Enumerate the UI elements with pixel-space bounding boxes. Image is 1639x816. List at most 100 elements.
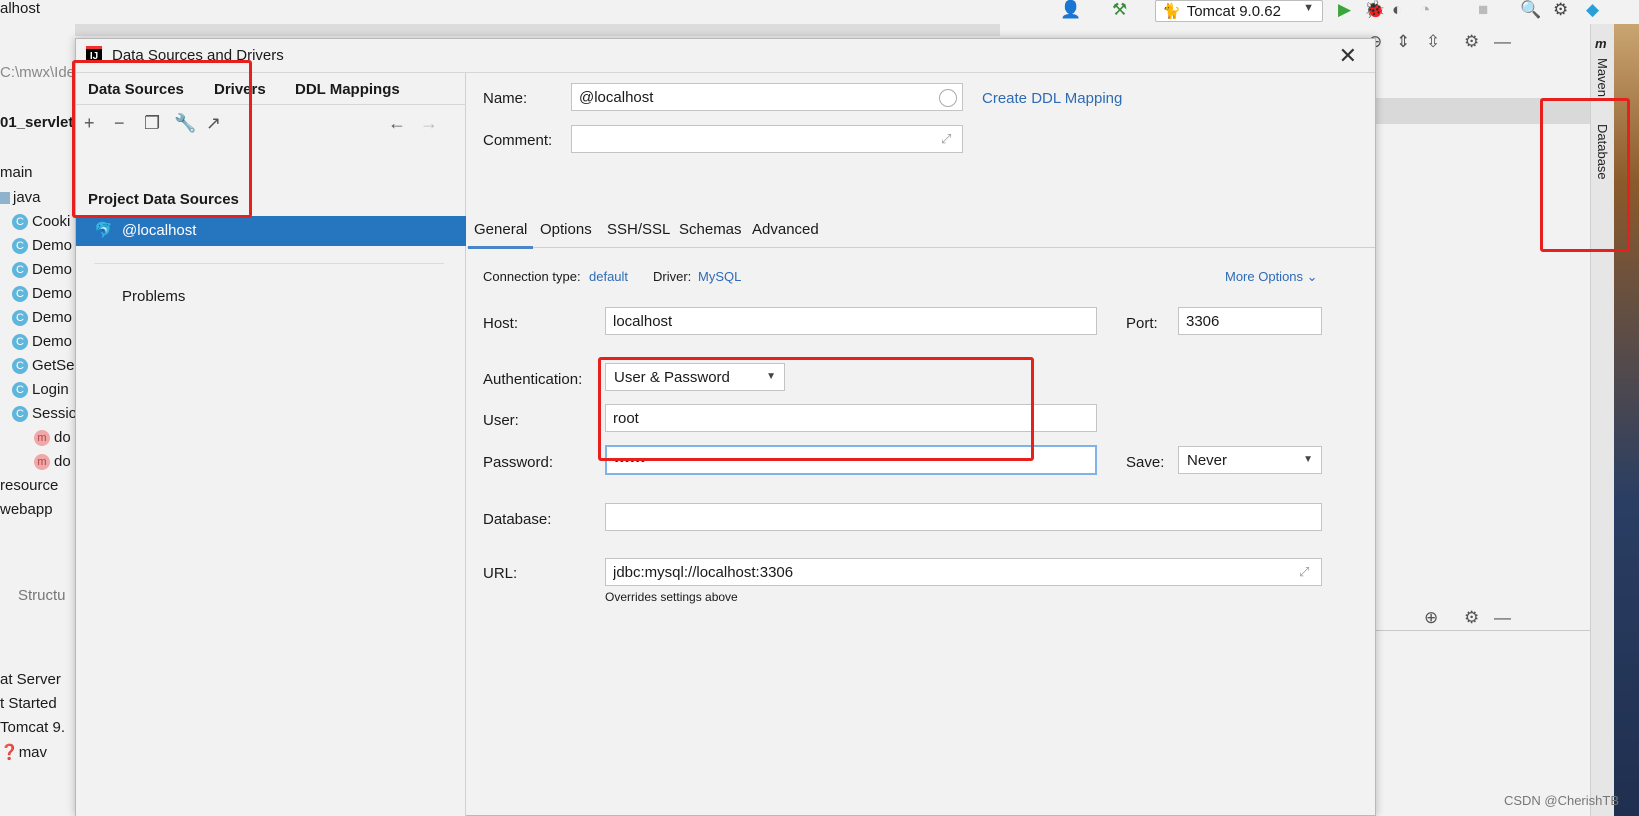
tree-item[interactable]: C Sessio (12, 405, 75, 423)
datasource-item[interactable]: 🐬 @localhost (76, 216, 466, 246)
tab-general[interactable]: General (467, 221, 534, 249)
tree-item[interactable]: C Demo (12, 333, 72, 351)
class-icon: C (12, 238, 28, 255)
run-icon[interactable]: ▶ (1338, 0, 1351, 20)
driver-link[interactable]: MySQL (698, 269, 741, 284)
class-icon: C (12, 382, 28, 399)
gear-icon[interactable]: ⚙ (1464, 32, 1479, 52)
tree-item[interactable]: C Demo (12, 237, 72, 255)
hammer-icon[interactable]: ⚒ (1112, 0, 1127, 20)
tomcat-icon: 🐈 (1162, 3, 1181, 20)
gear-icon[interactable]: ⚙ (1553, 0, 1568, 20)
tree-item[interactable]: C Demo (12, 309, 72, 327)
maven-tab[interactable]: Maven (1595, 58, 1610, 97)
host-field[interactable] (605, 307, 1097, 335)
tree-item[interactable]: C Demo (12, 285, 72, 303)
coverage-icon[interactable]: ◐ (1392, 0, 1402, 20)
tab-ssh-ssl[interactable]: SSH/SSL (607, 221, 670, 238)
window-title: alhost (0, 0, 41, 17)
tree-item[interactable]: webapp (0, 501, 53, 518)
password-label: Password: (483, 454, 554, 471)
search-icon[interactable]: 🔍 (1520, 0, 1541, 20)
panel-divider (1376, 630, 1590, 631)
back-icon[interactable]: ← (388, 113, 406, 134)
host-label: Host: (483, 315, 519, 332)
expand-all-icon[interactable]: ⇕ (1396, 32, 1410, 52)
maven-icon: m (1595, 36, 1607, 51)
class-icon: C (12, 262, 28, 279)
expand-icon[interactable]: ⤢ (1299, 564, 1309, 580)
save-value: Never (1187, 452, 1228, 469)
collapse-all-icon[interactable]: ⇳ (1426, 32, 1440, 52)
tab-ddl-mappings[interactable]: DDL Mappings (295, 81, 400, 98)
port-field[interactable] (1178, 307, 1322, 335)
color-circle-icon[interactable] (939, 89, 957, 107)
class-icon: C (12, 406, 28, 423)
problems-item[interactable]: Problems (122, 288, 185, 305)
expand-icon[interactable]: ⤢ (941, 131, 951, 147)
tree-item[interactable]: m do (34, 453, 71, 471)
caret-down-icon: ▼ (1303, 454, 1313, 465)
tab-options[interactable]: Options (540, 221, 592, 238)
toolbox-icon[interactable]: ◆ (1586, 0, 1599, 20)
run-config-label: Tomcat 9.0.62 (1186, 3, 1281, 20)
class-icon: C (12, 286, 28, 303)
tab-advanced[interactable]: Advanced (752, 221, 819, 238)
close-icon[interactable]: ✕ (1339, 43, 1357, 69)
project-name: 01_servletr (0, 114, 75, 131)
database-label: Database: (483, 511, 552, 528)
folder-icon (0, 192, 10, 205)
tree-item[interactable]: C GetSe (12, 357, 75, 375)
locate-icon[interactable]: ⊕ (1424, 608, 1438, 628)
tabbar: General Options SSH/SSL Schemas Advanced (467, 211, 1375, 249)
tree-item[interactable]: m do (34, 429, 71, 447)
annotation-box (72, 60, 252, 218)
forward-icon[interactable]: → (420, 113, 438, 134)
minimize-icon[interactable]: — (1494, 608, 1511, 628)
connection-type-link[interactable]: default (589, 269, 628, 284)
service-item[interactable]: t Started (0, 695, 57, 712)
method-icon: m (34, 430, 50, 447)
divider (94, 263, 444, 264)
service-item[interactable]: at Server (0, 671, 61, 688)
class-icon: C (12, 358, 28, 375)
project-panel: C:\mwx\Ide 01_servletr main java C Cooki … (0, 24, 75, 816)
name-label: Name: (483, 90, 528, 107)
tree-item[interactable]: C Cooki (12, 213, 70, 231)
service-item[interactable]: Tomcat 9. (0, 719, 65, 736)
save-label: Save: (1126, 454, 1165, 471)
port-label: Port: (1126, 315, 1158, 332)
chevron-down-icon: ⌄ (1306, 269, 1318, 284)
run-config-selector[interactable]: 🐈 Tomcat 9.0.62 ▼ (1155, 0, 1323, 22)
database-field[interactable] (605, 503, 1322, 531)
stop-icon[interactable]: ■ (1478, 0, 1488, 20)
tree-item[interactable]: C Demo (12, 261, 72, 279)
service-item[interactable]: ❓mav (0, 743, 47, 761)
save-dropdown[interactable]: Never ▼ (1178, 446, 1322, 474)
create-ddl-mapping-link[interactable]: Create DDL Mapping (982, 90, 1122, 107)
tree-item[interactable]: C Login (12, 381, 69, 399)
tree-item[interactable]: resource (0, 477, 58, 494)
tree-item[interactable]: main (0, 164, 33, 181)
minimize-icon[interactable]: — (1494, 32, 1511, 52)
debug-icon[interactable]: 🐞 (1364, 0, 1385, 20)
help-icon: ❓ (0, 744, 19, 761)
driver-label: Driver: (653, 269, 692, 284)
user-icon[interactable]: 👤 (1060, 0, 1081, 20)
user-label: User: (483, 412, 519, 429)
tree-item[interactable]: java (0, 189, 41, 206)
structure-tab[interactable]: Structu (18, 587, 66, 604)
comment-field[interactable] (571, 125, 963, 153)
authentication-label: Authentication: (483, 371, 583, 388)
dialog-header: IJ Data Sources and Drivers ✕ (76, 39, 1375, 73)
url-field[interactable] (605, 558, 1322, 586)
datasource-label: @localhost (122, 222, 197, 239)
more-options-link[interactable]: More Options ⌄ (1225, 269, 1318, 285)
gear-icon[interactable]: ⚙ (1464, 608, 1479, 628)
ide-toolbar: alhost 👤 ⚒ 🐈 Tomcat 9.0.62 ▼ ▶ 🐞 ◐ ◔ ■ 🔍 … (0, 0, 1639, 24)
class-icon: C (12, 310, 28, 327)
name-field[interactable] (571, 83, 963, 111)
tab-schemas[interactable]: Schemas (679, 221, 742, 238)
url-hint: Overrides settings above (605, 590, 738, 604)
profile-icon[interactable]: ◔ (1420, 0, 1430, 20)
